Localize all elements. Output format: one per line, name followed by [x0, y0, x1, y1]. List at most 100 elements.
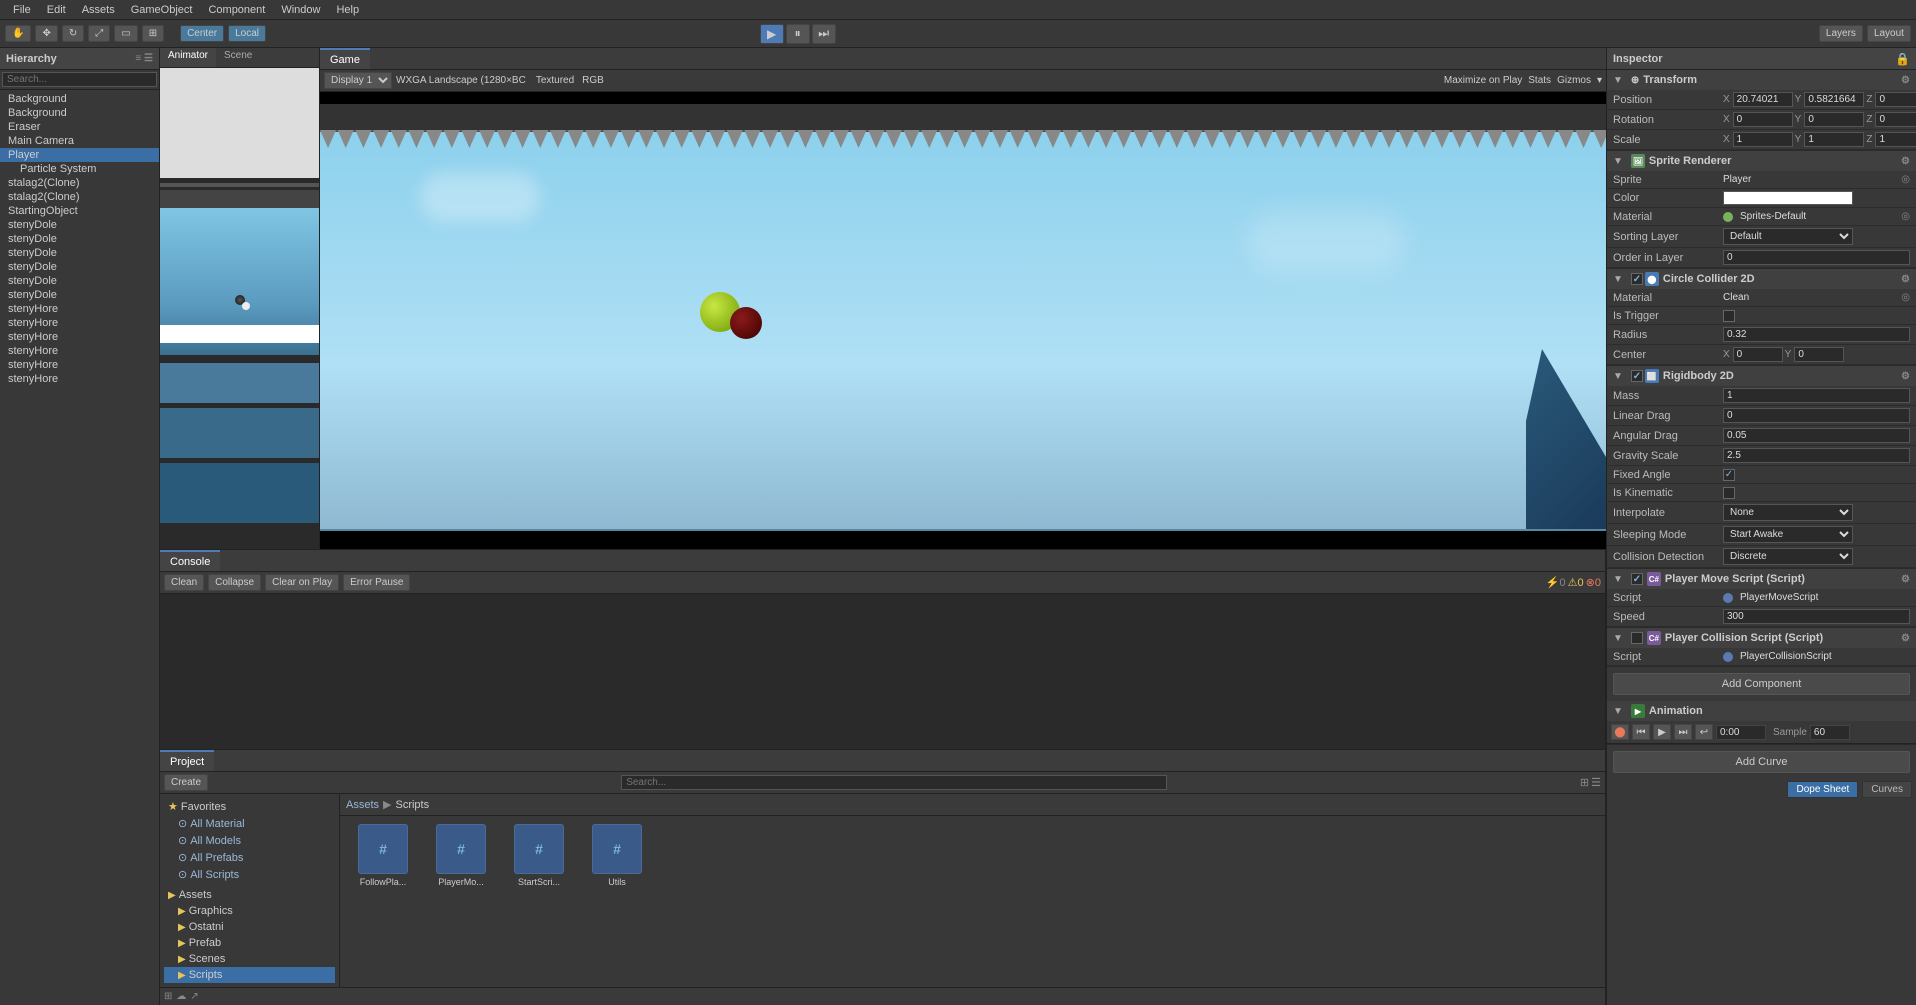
hierarchy-item-stalag1[interactable]: stalag2(Clone) — [0, 176, 159, 190]
player-collision-header[interactable]: ▼ C# Player Collision Script (Script) ⚙ — [1607, 628, 1916, 648]
project-bottom-icon-3[interactable]: ↗ — [190, 991, 198, 1002]
hierarchy-item-stenyhore6[interactable]: stenyHore — [0, 372, 159, 386]
hierarchy-item-maincamera[interactable]: Main Camera — [0, 134, 159, 148]
hierarchy-item-stalag2[interactable]: stalag2(Clone) — [0, 190, 159, 204]
interpolate-select[interactable]: None — [1723, 504, 1853, 521]
step-button[interactable]: ⏭ — [812, 24, 836, 44]
layout-button[interactable]: Layout — [1867, 25, 1911, 42]
rotation-y-input[interactable] — [1804, 112, 1864, 127]
position-z-input[interactable] — [1875, 92, 1916, 107]
hierarchy-item-eraser[interactable]: Eraser — [0, 120, 159, 134]
sprite-renderer-header[interactable]: ▼ 🖼 Sprite Renderer ⚙ — [1607, 151, 1916, 171]
console-error-pause-button[interactable]: Error Pause — [343, 574, 410, 591]
sprite-pick-icon[interactable]: ◎ — [1901, 174, 1910, 185]
is-trigger-checkbox[interactable] — [1723, 310, 1735, 322]
pm-speed-input[interactable] — [1723, 609, 1910, 624]
hierarchy-item-particlesystem[interactable]: Particle System — [0, 162, 159, 176]
material-pick-icon[interactable]: ◎ — [1901, 211, 1910, 222]
move-tool-button[interactable]: ✥ — [35, 25, 57, 42]
tab-console[interactable]: Console — [160, 550, 220, 571]
scale-x-input[interactable] — [1733, 132, 1793, 147]
project-bottom-icon-2[interactable]: ☁ — [176, 991, 186, 1002]
scale-y-input[interactable] — [1804, 132, 1864, 147]
anim-record-btn[interactable]: ⬤ — [1611, 724, 1629, 740]
display-selector[interactable]: Display 1 — [324, 72, 392, 89]
menu-gameobject[interactable]: GameObject — [123, 4, 201, 16]
curves-button[interactable]: Curves — [1862, 781, 1912, 798]
menu-component[interactable]: Component — [200, 4, 273, 16]
project-bottom-icon-1[interactable]: ⊞ — [164, 991, 172, 1002]
hierarchy-search[interactable] — [2, 72, 157, 87]
center-x-input[interactable] — [1733, 347, 1783, 362]
radius-input[interactable] — [1723, 327, 1910, 342]
tab-project[interactable]: Project — [160, 750, 214, 771]
gizmos-button[interactable]: Gizmos — [1557, 75, 1591, 86]
tab-animator[interactable]: Animator — [160, 48, 216, 67]
hierarchy-item-stenyhore5[interactable]: stenyHore — [0, 358, 159, 372]
project-all-scripts[interactable]: ⊙ All Scripts — [164, 866, 335, 883]
anim-loop-btn[interactable]: ↩ — [1695, 724, 1713, 740]
menu-window[interactable]: Window — [273, 4, 328, 16]
is-kinematic-checkbox[interactable] — [1723, 487, 1735, 499]
dopesheet-button[interactable]: Dope Sheet — [1787, 781, 1858, 798]
fixed-angle-checkbox[interactable] — [1723, 469, 1735, 481]
project-view-icon-2[interactable]: ☰ — [1591, 776, 1601, 789]
hierarchy-item-stenydole6[interactable]: stenyDole — [0, 288, 159, 302]
console-collapse-button[interactable]: Collapse — [208, 574, 261, 591]
anim-play-btn[interactable]: ▶ — [1653, 724, 1671, 740]
anim-first-btn[interactable]: ⏮ — [1632, 724, 1650, 740]
project-scripts[interactable]: ▶ Scripts — [164, 967, 335, 983]
rect-tool-button[interactable]: ▭ — [114, 25, 137, 42]
gizmos-arrow[interactable]: ▾ — [1597, 75, 1602, 86]
angular-drag-input[interactable] — [1723, 428, 1910, 443]
project-all-models[interactable]: ⊙ All Models — [164, 832, 335, 849]
rigidbody-header[interactable]: ▼ ⬜ Rigidbody 2D ⚙ — [1607, 366, 1916, 386]
hierarchy-item-background2[interactable]: Background — [0, 106, 159, 120]
pc-checkbox[interactable] — [1631, 632, 1643, 644]
rotation-x-input[interactable] — [1733, 112, 1793, 127]
sorting-layer-select[interactable]: Default — [1723, 228, 1853, 245]
project-view-icon-1[interactable]: ⊞ — [1580, 776, 1589, 789]
menu-assets[interactable]: Assets — [74, 4, 123, 16]
scale-z-input[interactable] — [1875, 132, 1916, 147]
pc-settings-icon[interactable]: ⚙ — [1901, 633, 1910, 644]
maximize-on-play[interactable]: Maximize on Play — [1444, 75, 1522, 86]
breadcrumb-assets[interactable]: Assets — [346, 799, 379, 811]
hand-tool-button[interactable]: ✋ — [5, 25, 31, 42]
rotate-tool-button[interactable]: ↻ — [62, 25, 84, 42]
anim-last-btn[interactable]: ⏭ — [1674, 724, 1692, 740]
menu-file[interactable]: File — [5, 4, 39, 16]
add-component-button[interactable]: Add Component — [1613, 673, 1910, 695]
rb-checkbox[interactable] — [1631, 370, 1643, 382]
collision-detection-select[interactable]: Discrete — [1723, 548, 1853, 565]
console-clear-on-play-button[interactable]: Clear on Play — [265, 574, 339, 591]
gravity-scale-input[interactable] — [1723, 448, 1910, 463]
tab-scene[interactable]: Scene — [216, 48, 260, 67]
pm-settings-icon[interactable]: ⚙ — [1901, 574, 1910, 585]
center-y-input[interactable] — [1794, 347, 1844, 362]
lock-icon[interactable]: 🔒 — [1895, 52, 1910, 66]
play-button[interactable]: ▶ — [760, 24, 784, 44]
circle-collider-header[interactable]: ▼ ⬤ Circle Collider 2D ⚙ — [1607, 269, 1916, 289]
order-in-layer-input[interactable] — [1723, 250, 1910, 265]
hierarchy-item-player[interactable]: Player — [0, 148, 159, 162]
script-file-followpla[interactable]: # FollowPla... — [348, 824, 418, 887]
hierarchy-item-stenydole3[interactable]: stenyDole — [0, 246, 159, 260]
hierarchy-item-stenydole5[interactable]: stenyDole — [0, 274, 159, 288]
color-picker[interactable] — [1723, 191, 1853, 205]
project-scenes[interactable]: ▶ Scenes — [164, 951, 335, 967]
transform-header[interactable]: ▼ ⊕ Transform ⚙ — [1607, 70, 1916, 90]
project-graphics[interactable]: ▶ Graphics — [164, 903, 335, 919]
project-all-material[interactable]: ⊙ All Material — [164, 815, 335, 832]
create-button[interactable]: Create — [164, 774, 208, 791]
cc-material-pick[interactable]: ◎ — [1901, 292, 1910, 303]
tab-game[interactable]: Game — [320, 48, 370, 69]
project-prefab[interactable]: ▶ Prefab — [164, 935, 335, 951]
project-search-input[interactable] — [621, 775, 1167, 790]
mass-input[interactable] — [1723, 388, 1910, 403]
hierarchy-item-stenydole4[interactable]: stenyDole — [0, 260, 159, 274]
local-button[interactable]: Local — [228, 25, 266, 42]
center-button[interactable]: Center — [180, 25, 224, 42]
scale-tool-button[interactable]: ⤢ — [88, 25, 110, 42]
cc-settings-icon[interactable]: ⚙ — [1901, 274, 1910, 285]
